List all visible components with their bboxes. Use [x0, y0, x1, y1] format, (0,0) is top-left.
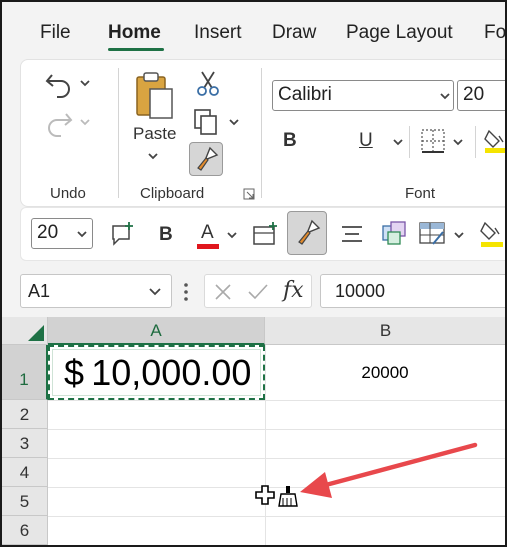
cancel-icon[interactable] — [213, 282, 233, 302]
menu-tabs: File Home Insert Draw Page Layout Fo — [2, 2, 505, 58]
ribbon-separator — [409, 126, 410, 158]
grid-line — [48, 516, 505, 517]
fill-color-icon[interactable] — [483, 126, 507, 154]
format-as-table-chevron-icon[interactable] — [453, 230, 465, 240]
select-all-triangle-icon — [28, 325, 44, 341]
row-header-2[interactable]: 2 — [2, 400, 48, 429]
format-painter-icon — [197, 146, 219, 171]
name-box-chevron-icon[interactable] — [148, 286, 162, 298]
copy-dropdown-chevron-icon[interactable] — [228, 117, 240, 127]
mini-toolbar: 20 B A — [20, 207, 505, 261]
excel-window: File Home Insert Draw Page Layout Fo Und… — [0, 0, 507, 547]
undo-icon[interactable] — [43, 69, 75, 99]
mini-font-size-value: 20 — [37, 222, 59, 243]
clipboard-group-label: Clipboard — [140, 185, 205, 202]
borders-dropdown-chevron-icon[interactable] — [452, 137, 464, 147]
cut-icon[interactable] — [195, 69, 221, 97]
row-header-5[interactable]: 5 — [2, 487, 48, 516]
formula-input[interactable]: 10000 — [320, 274, 505, 308]
mini-fill-color-icon[interactable] — [479, 218, 505, 250]
borders-icon[interactable] — [420, 128, 446, 154]
annotation-arrow-icon — [300, 442, 478, 498]
font-size-value: 20 — [463, 84, 485, 105]
cell-a1[interactable]: $ 10,000.00 — [48, 345, 265, 400]
font-name-value: Calibri — [278, 84, 332, 105]
ribbon-separator — [475, 126, 476, 158]
copy-icon[interactable] — [191, 108, 221, 136]
cell-styles-icon[interactable] — [379, 218, 409, 248]
bold-button[interactable]: B — [283, 130, 297, 152]
tab-insert[interactable]: Insert — [194, 22, 242, 44]
select-all-corner[interactable] — [2, 317, 48, 345]
tab-file[interactable]: File — [40, 22, 71, 44]
font-name-select[interactable]: Calibri — [272, 80, 454, 111]
redo-dropdown-chevron-icon[interactable] — [79, 117, 91, 127]
font-color-dropdown-chevron-icon[interactable] — [226, 230, 238, 240]
ribbon-separator — [261, 68, 262, 198]
mini-format-painter-button[interactable] — [287, 211, 327, 255]
align-center-icon[interactable] — [339, 222, 365, 246]
tab-draw[interactable]: Draw — [272, 22, 316, 44]
enter-check-icon[interactable] — [247, 282, 269, 302]
mini-bold-button[interactable]: B — [159, 224, 173, 246]
tab-formulas-partial[interactable]: Fo — [484, 22, 505, 44]
underline-dropdown-chevron-icon[interactable] — [392, 137, 404, 147]
font-color-swatch — [197, 244, 219, 249]
tab-home[interactable]: Home — [108, 22, 161, 44]
name-box-value: A1 — [28, 281, 51, 301]
new-comment-icon[interactable] — [109, 220, 137, 248]
mini-font-color-button[interactable]: A — [201, 222, 214, 244]
underline-button[interactable]: U — [359, 130, 373, 152]
font-size-select[interactable]: 20 — [457, 80, 505, 111]
more-options-icon[interactable] — [182, 281, 190, 303]
paste-label[interactable]: Paste — [133, 124, 176, 144]
ribbon: Undo Paste Clipboard Calibri 20 B U Font — [20, 59, 507, 207]
mini-font-size-chevron-icon[interactable] — [76, 229, 88, 239]
row-header-4[interactable]: 4 — [2, 458, 48, 487]
row-header-6[interactable]: 6 — [2, 516, 48, 545]
tab-page-layout[interactable]: Page Layout — [346, 22, 453, 44]
redo-icon[interactable] — [43, 108, 75, 138]
row-header-3[interactable]: 3 — [2, 429, 48, 458]
format-as-table-icon[interactable] — [417, 218, 447, 248]
grid-line — [48, 429, 505, 430]
active-tab-indicator — [108, 48, 164, 51]
undo-dropdown-chevron-icon[interactable] — [79, 78, 91, 88]
mini-format-painter-icon — [298, 219, 321, 245]
format-painter-button[interactable] — [189, 142, 223, 176]
formula-bar: A1 fx 10000 — [2, 267, 505, 317]
formula-actions: fx — [204, 274, 312, 308]
undo-group-label: Undo — [50, 185, 86, 202]
column-header-a[interactable]: A — [48, 317, 265, 345]
font-name-chevron-icon[interactable] — [439, 91, 451, 101]
row-header-1[interactable]: 1 — [2, 345, 48, 400]
insert-function-button[interactable]: fx — [283, 278, 304, 303]
ribbon-separator — [118, 68, 119, 198]
insert-cells-icon[interactable] — [251, 220, 279, 248]
column-header-b[interactable]: B — [265, 317, 505, 345]
italic-button-icon[interactable] — [323, 130, 327, 152]
spreadsheet-grid: A B 1 2 3 4 5 6 $ 10,000.00 20000 — [2, 317, 505, 545]
cell-b1[interactable]: 20000 — [265, 345, 505, 400]
clipboard-dialog-launcher-icon[interactable] — [243, 188, 255, 200]
formula-value: 10000 — [335, 281, 386, 301]
paste-dropdown-chevron-icon[interactable] — [147, 151, 159, 161]
font-group-label: Font — [405, 185, 436, 202]
grid-line — [48, 400, 505, 401]
paste-icon[interactable] — [133, 70, 177, 122]
